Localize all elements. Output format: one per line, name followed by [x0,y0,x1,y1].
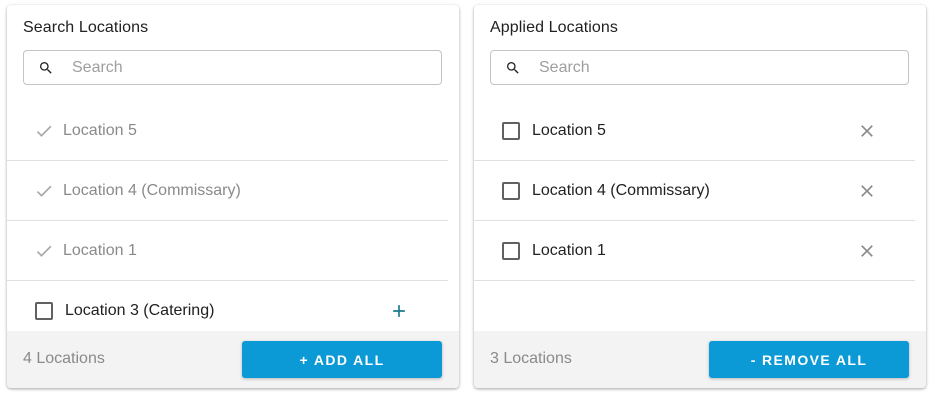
list-item: Location 5 [7,101,448,161]
list-item-label: Location 5 [63,122,137,139]
list-item-label: Location 1 [63,242,137,259]
applied-locations-input[interactable] [539,51,899,84]
checkbox[interactable] [502,122,520,140]
list-item[interactable]: Location 4 (Commissary) [474,161,915,221]
search-icon [40,62,52,74]
list-item[interactable]: Location 3 (Catering) [7,281,448,331]
checkbox[interactable] [35,302,53,320]
search-locations-search-box[interactable] [23,50,442,85]
checkbox[interactable] [502,182,520,200]
check-icon [36,185,52,197]
plus-icon[interactable] [389,301,409,321]
close-icon[interactable] [857,241,877,261]
search-locations-panel: Search Locations Location 5 Location 4 (… [7,5,459,388]
list-item-label: Location 1 [532,242,606,259]
location-count: 4 Locations [23,350,105,367]
search-panel-footer: 4 Locations + ADD ALL [7,331,459,388]
list-item[interactable]: Location 1 [474,221,915,281]
remove-all-button[interactable]: - REMOVE ALL [709,341,909,378]
list-item: Location 4 (Commissary) [7,161,448,221]
close-icon[interactable] [857,121,877,141]
search-locations-list: Location 5 Location 4 (Commissary) Locat… [7,101,448,331]
applied-locations-list: Location 5 Location 4 (Commissary) Locat… [474,101,915,331]
check-icon [36,245,52,257]
list-item: Location 1 [7,221,448,281]
search-locations-input[interactable] [72,51,432,84]
list-item[interactable]: Location 5 [474,101,915,161]
check-icon [36,125,52,137]
applied-locations-search-box[interactable] [490,50,909,85]
search-icon [507,62,519,74]
list-item-label: Location 4 (Commissary) [63,182,241,199]
list-item-label: Location 3 (Catering) [65,302,215,319]
checkbox[interactable] [502,242,520,260]
applied-locations-panel: Applied Locations Location 5 Location 4 … [474,5,926,388]
close-icon[interactable] [857,181,877,201]
add-all-button[interactable]: + ADD ALL [242,341,442,378]
search-panel-title: Search Locations [23,19,149,36]
applied-panel-footer: 3 Locations - REMOVE ALL [474,331,926,388]
list-item-label: Location 5 [532,122,606,139]
applied-panel-title: Applied Locations [490,19,619,36]
location-count: 3 Locations [490,350,572,367]
list-item-label: Location 4 (Commissary) [532,182,710,199]
